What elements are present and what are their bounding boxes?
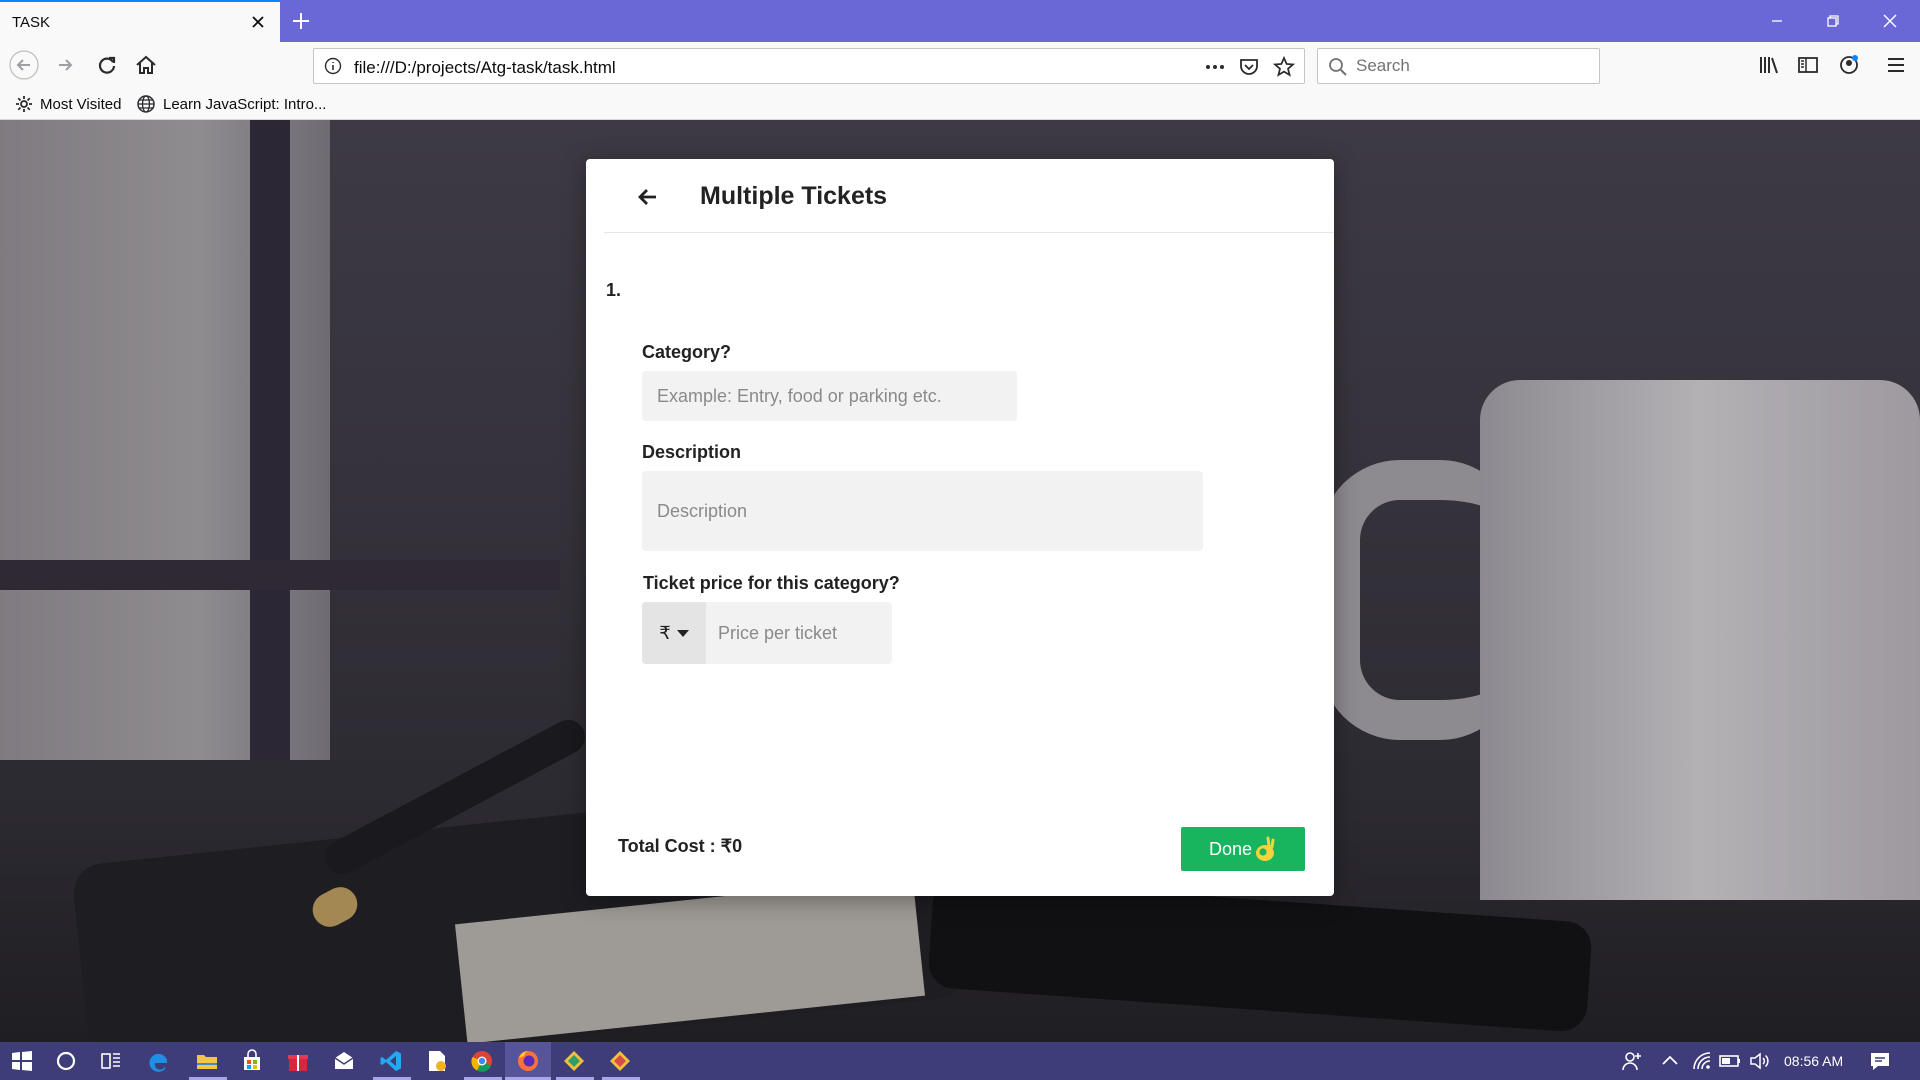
modal-header: Multiple Tickets — [604, 159, 1334, 233]
system-clock[interactable]: 08:56 AM — [1784, 1053, 1843, 1069]
modal-title: Multiple Tickets — [700, 182, 888, 210]
bookmark-most-visited[interactable]: Most Visited — [15, 93, 121, 115]
new-tab-icon[interactable] — [290, 10, 312, 32]
price-per-ticket-input[interactable] — [706, 602, 892, 664]
ticket-item-number: 1. — [606, 280, 622, 300]
back-icon[interactable] — [9, 50, 39, 80]
total-cost: Total Cost : ₹0 — [618, 836, 743, 856]
pocket-icon[interactable] — [1238, 56, 1260, 78]
background-photo — [0, 560, 560, 590]
search-icon — [1329, 58, 1347, 76]
account-icon[interactable] — [1834, 50, 1864, 80]
store-icon[interactable] — [240, 1049, 264, 1073]
caret-down-icon — [676, 629, 689, 637]
ticket-price-label: Ticket price for this category? — [643, 573, 900, 593]
vscode-icon[interactable] — [379, 1049, 403, 1073]
taskbar: 08:56 AM — [0, 1042, 1920, 1080]
cortana-icon[interactable] — [54, 1049, 78, 1073]
tab-title: TASK — [12, 14, 51, 31]
document-app-icon[interactable] — [425, 1049, 449, 1073]
forward-icon[interactable] — [51, 50, 81, 80]
bookmark-star-icon[interactable] — [1272, 55, 1296, 79]
background-photo — [926, 877, 1594, 1033]
volume-icon[interactable] — [1748, 1049, 1772, 1073]
battery-icon[interactable] — [1718, 1049, 1742, 1073]
bookmark-learn-javascript[interactable]: Learn JavaScript: Intro... — [136, 93, 326, 115]
close-window-icon[interactable] — [1877, 8, 1903, 34]
edge-icon[interactable] — [147, 1049, 171, 1073]
bookmark-label: Most Visited — [40, 95, 122, 113]
git-kraken-icon[interactable] — [562, 1049, 586, 1073]
mail-icon[interactable] — [332, 1049, 356, 1073]
wifi-icon[interactable] — [1690, 1049, 1714, 1073]
chevron-up-icon[interactable] — [1658, 1049, 1682, 1073]
sidebar-icon[interactable] — [1793, 50, 1823, 80]
category-label: Category? — [642, 342, 732, 362]
ok-hand-icon — [1256, 836, 1275, 861]
navigation-toolbar: file:///D:/projects/Atg-task/task.html — [0, 42, 1920, 88]
info-icon[interactable] — [324, 57, 342, 75]
done-label: Done — [1209, 838, 1253, 859]
people-icon[interactable] — [1620, 1049, 1644, 1073]
globe-icon — [137, 95, 155, 113]
bookmark-label: Learn JavaScript: Intro... — [163, 95, 327, 113]
firefox-icon[interactable] — [516, 1049, 540, 1073]
description-label: Description — [642, 442, 742, 462]
bookmarks-toolbar: Most Visited Learn JavaScript: Intro... — [0, 88, 1920, 120]
tab-strip: TASK — [0, 0, 1920, 42]
gear-icon — [16, 96, 32, 112]
done-button[interactable]: Done — [1181, 827, 1305, 871]
back-arrow-icon[interactable] — [636, 185, 660, 209]
windows-start-icon[interactable] — [10, 1049, 34, 1073]
chrome-icon[interactable] — [470, 1049, 494, 1073]
git-app-icon[interactable] — [608, 1049, 632, 1073]
background-photo — [250, 120, 290, 760]
category-input[interactable] — [642, 371, 1017, 421]
url-text: file:///D:/projects/Atg-task/task.html — [354, 58, 616, 77]
currency-symbol: ₹ — [659, 622, 671, 643]
multiple-tickets-modal: Multiple Tickets 1. Category? Descriptio… — [586, 159, 1334, 896]
home-icon[interactable] — [131, 50, 161, 80]
reload-icon[interactable] — [92, 50, 122, 80]
price-input-group: ₹ — [642, 602, 892, 664]
file-explorer-icon[interactable] — [195, 1049, 219, 1073]
background-photo — [1480, 380, 1920, 900]
gift-app-icon[interactable] — [286, 1049, 310, 1073]
address-bar[interactable]: file:///D:/projects/Atg-task/task.html — [313, 48, 1305, 84]
browser-tab[interactable]: TASK — [0, 0, 280, 42]
currency-dropdown[interactable]: ₹ — [642, 602, 706, 664]
task-view-icon[interactable] — [99, 1049, 123, 1073]
library-icon[interactable] — [1754, 50, 1784, 80]
minimize-icon[interactable] — [1764, 8, 1790, 34]
action-center-icon[interactable] — [1868, 1049, 1892, 1073]
description-input[interactable] — [642, 471, 1203, 551]
search-bar[interactable] — [1317, 48, 1600, 84]
menu-icon[interactable] — [1881, 50, 1911, 80]
page-actions-icon[interactable] — [1204, 56, 1226, 78]
search-input[interactable] — [1356, 49, 1591, 83]
close-tab-icon[interactable] — [248, 12, 268, 32]
restore-icon[interactable] — [1820, 8, 1846, 34]
